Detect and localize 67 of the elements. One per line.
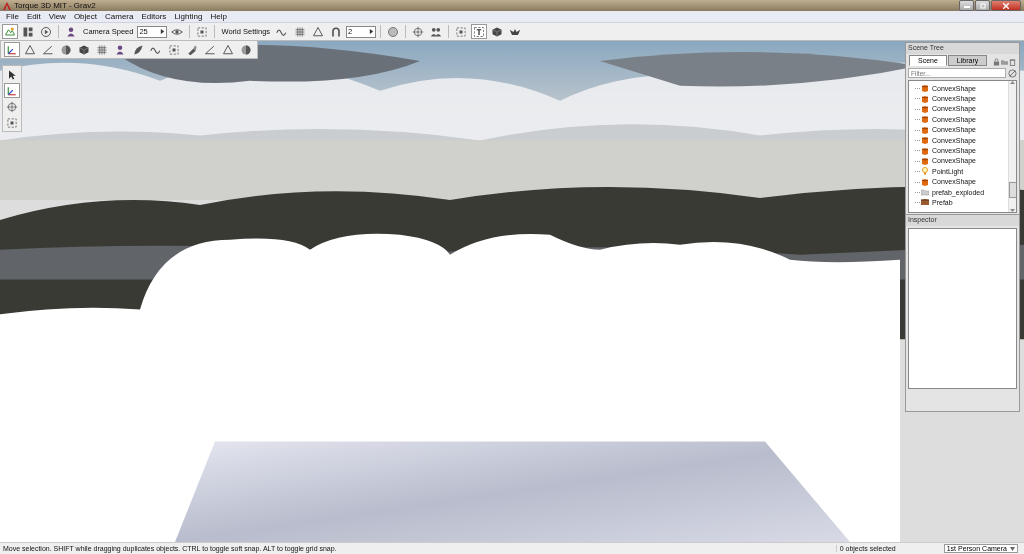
brush-icon [186,43,198,56]
grid-icon [294,25,307,38]
dashed-frame-icon [455,25,468,38]
play-icon [40,25,52,38]
crosshair-icon [412,25,425,38]
cube-icon [491,25,504,38]
cube-icon [78,43,90,56]
panels-icon [22,25,34,38]
crosshair-icon [6,100,18,113]
grid-icon [96,43,108,56]
axes-icon [6,43,18,56]
triangle-icon [24,43,36,56]
menu-item[interactable]: Help [206,12,231,21]
menu-item[interactable]: Lighting [170,12,207,21]
restore-icon [979,2,986,9]
menu-item[interactable]: Editors [137,12,171,21]
pointer-icon [6,68,18,81]
minimize-button[interactable] [959,0,974,11]
menu-item[interactable]: File [2,12,23,21]
scrollbar[interactable] [1008,81,1016,212]
person-icon [114,43,126,56]
restore-button[interactable] [975,0,990,11]
arrow-icon[interactable] [160,29,166,34]
crosshair-button[interactable] [4,99,20,114]
triangle-button[interactable] [220,42,236,57]
dashed-frame-icon [168,43,180,56]
menu-item[interactable]: View [44,12,70,21]
dashed-frame-icon [6,116,18,129]
lock-icon[interactable] [993,58,1000,66]
text-frame-icon [473,25,486,38]
text-frame-button[interactable] [471,24,488,39]
close-button[interactable] [991,0,1021,11]
axes-icon [6,84,18,97]
mountain-sun-button[interactable] [2,24,18,39]
close-icon [1003,2,1009,9]
menu-item[interactable]: Edit [22,12,45,21]
minimize-icon [963,3,970,8]
magnet-icon [330,25,343,38]
axes-button[interactable] [4,83,20,98]
sphere-icon [60,43,72,56]
axes-button[interactable] [4,42,20,57]
dashed-frame-icon [196,25,209,38]
up-arrow-icon[interactable] [1010,81,1015,85]
triangle-icon [222,43,234,56]
angle-icon [204,43,216,56]
leaf-icon [132,43,144,56]
angle-icon [42,43,54,56]
triangle-button[interactable] [22,42,38,57]
scroll-thumb[interactable] [1008,182,1016,198]
down-arrow-icon[interactable] [1010,208,1015,212]
mountain-sun-icon [4,25,16,38]
window-title: Torque 3D MIT - Grav2 [14,1,97,10]
person-icon [65,25,77,38]
trash-icon[interactable] [1009,58,1016,66]
cube-icon [921,177,929,186]
menu-item[interactable]: Camera [101,12,138,21]
triangle-icon [312,25,325,38]
logo-icon [3,1,11,10]
bulb-icon [921,167,929,176]
clear-icon[interactable] [1008,68,1017,78]
people-icon [430,25,443,38]
sphere-icon [240,43,252,56]
caret-icon [1010,546,1015,551]
box-icon [921,198,929,207]
play-button[interactable] [38,24,54,39]
arrow-icon[interactable] [369,29,375,34]
menu-item[interactable]: Object [69,12,101,21]
